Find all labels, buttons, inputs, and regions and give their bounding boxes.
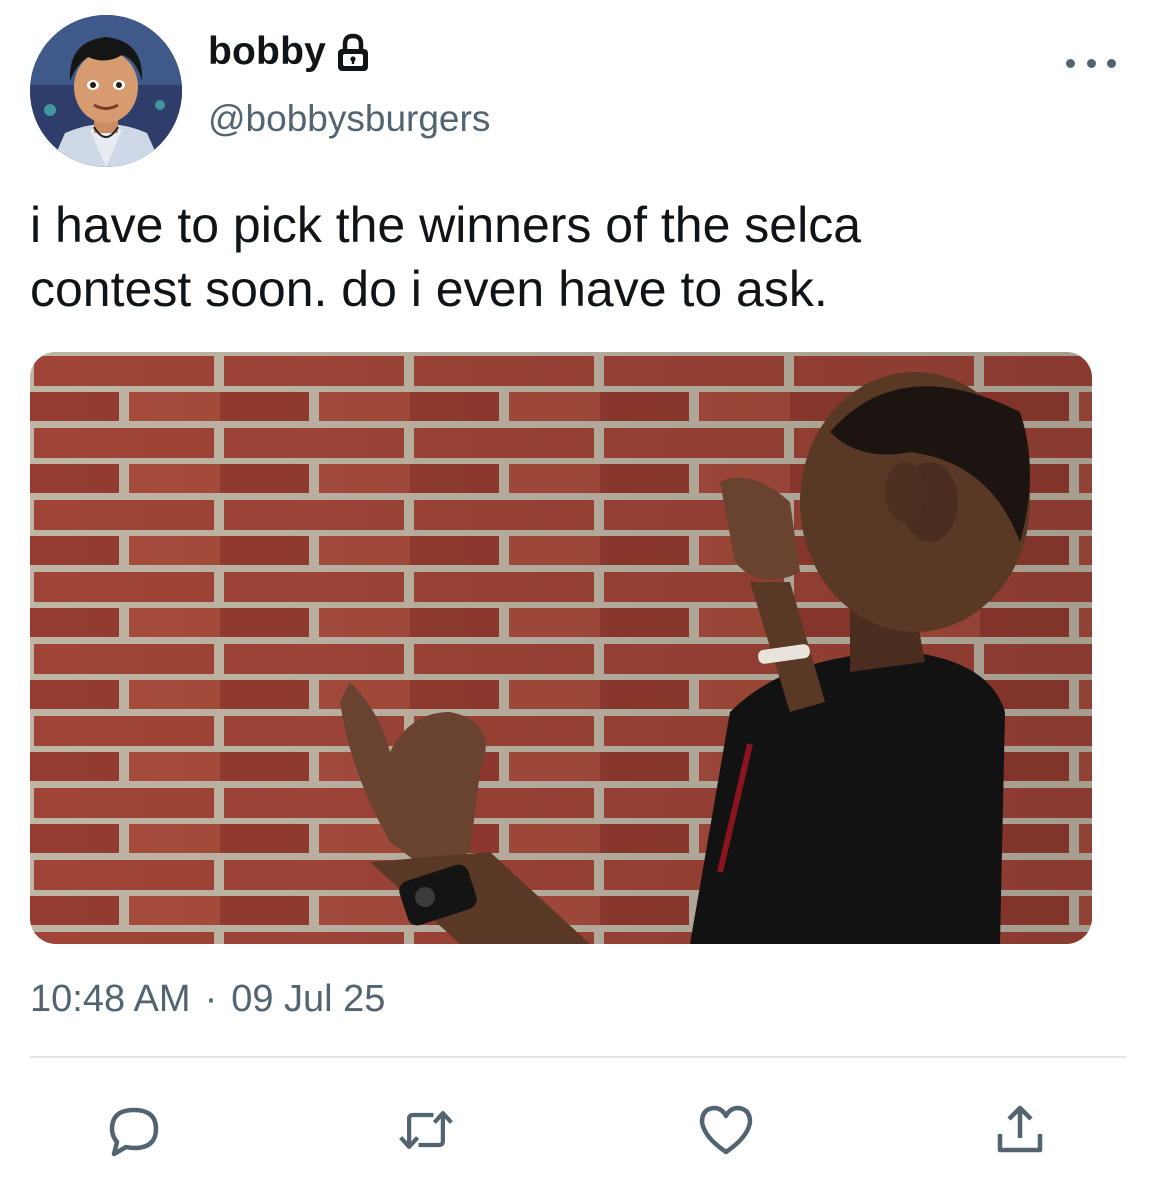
more-icon[interactable] <box>1066 48 1116 78</box>
reply-button[interactable] <box>104 1100 164 1160</box>
avatar-image <box>30 15 182 167</box>
tweet: bobby @bobbysburgers i have to pick the … <box>0 0 1156 1200</box>
reply-icon <box>109 1107 159 1157</box>
lock-icon <box>334 33 372 73</box>
heart-icon <box>699 1105 753 1155</box>
divider <box>30 1056 1126 1058</box>
tweet-time: 10:48 AM <box>30 978 191 1020</box>
retweet-button[interactable] <box>396 1100 456 1160</box>
display-name[interactable]: bobby <box>208 30 326 74</box>
share-button[interactable] <box>990 1100 1050 1160</box>
like-button[interactable] <box>696 1100 756 1160</box>
user-handle[interactable]: @bobbysburgers <box>208 98 490 140</box>
avatar[interactable] <box>30 15 182 167</box>
tweet-timestamp[interactable]: 10:48 AM · 09 Jul 25 <box>30 978 385 1021</box>
retweet-icon <box>399 1111 453 1149</box>
share-icon <box>997 1105 1043 1153</box>
meme-image[interactable] <box>30 352 1092 944</box>
tweet-date: 09 Jul 25 <box>231 978 386 1020</box>
timestamp-separator: · <box>204 978 218 1020</box>
display-name-row: bobby <box>208 30 372 74</box>
tweet-text: i have to pick the winners of the selca … <box>30 197 862 317</box>
